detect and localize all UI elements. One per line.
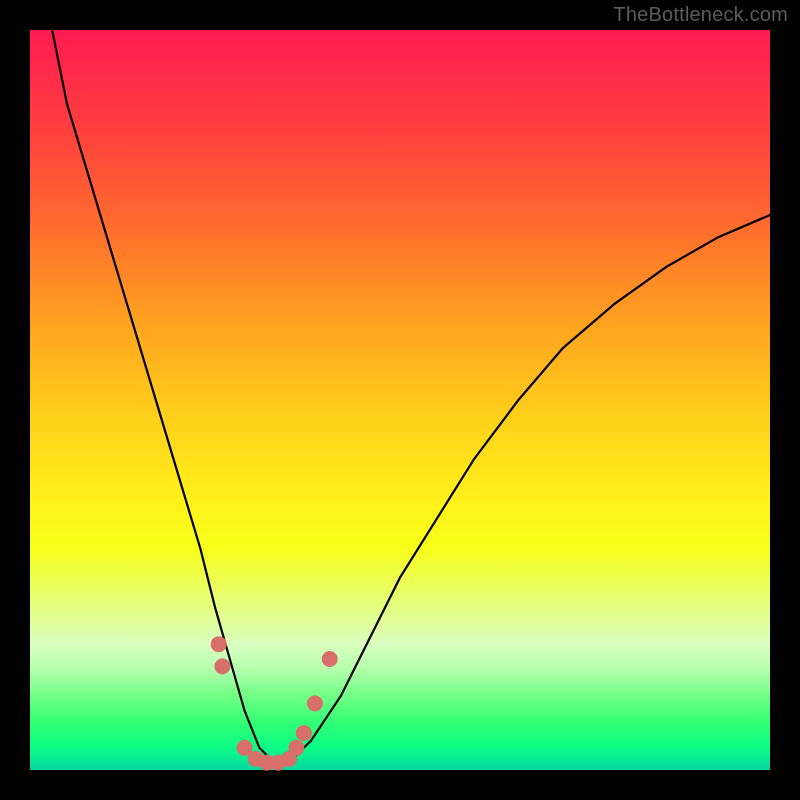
data-marker bbox=[296, 725, 312, 741]
data-marker bbox=[307, 695, 323, 711]
data-marker bbox=[211, 636, 227, 652]
chart-outer: TheBottleneck.com bbox=[0, 0, 800, 800]
data-marker bbox=[322, 651, 338, 667]
data-marker bbox=[214, 658, 230, 674]
watermark-text: TheBottleneck.com bbox=[613, 4, 788, 27]
bottleneck-curve bbox=[52, 30, 770, 763]
plot-area bbox=[30, 30, 770, 770]
data-marker bbox=[288, 740, 304, 756]
chart-svg bbox=[30, 30, 770, 770]
